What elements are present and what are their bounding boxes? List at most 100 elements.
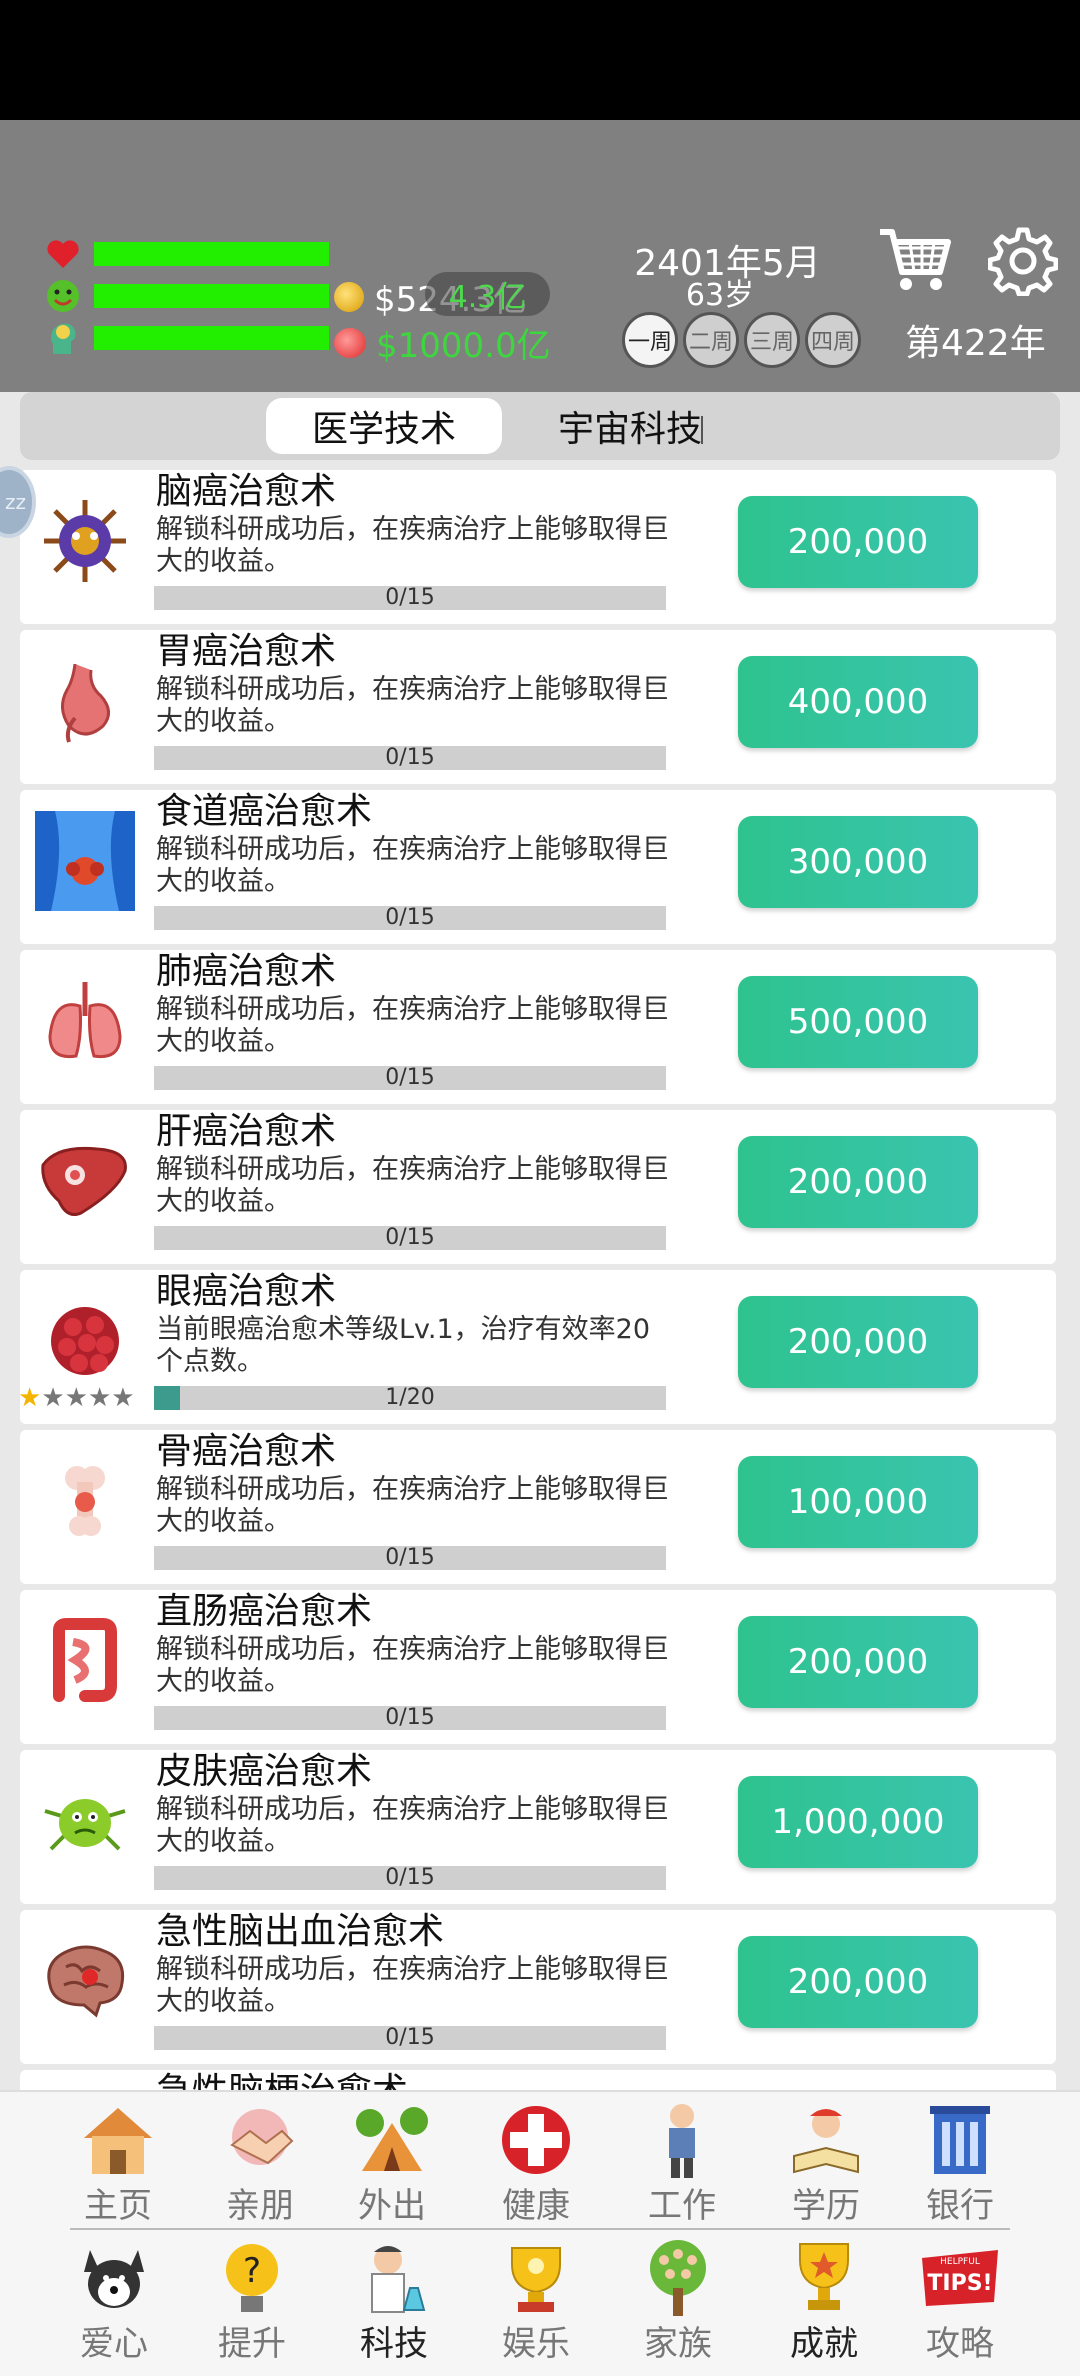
player-age: 63岁 [685,278,755,313]
tech-title: 食道癌治愈术 [156,791,373,832]
week-4-button[interactable]: 四周 [805,312,861,368]
research-button[interactable]: 400,000 [738,656,978,748]
tech-list[interactable]: 脑癌治愈术 解锁科研成功后，在疾病治疗上能够取得巨大的收益。 0/15 200,… [20,470,1056,2098]
tech-progress-bar: 0/15 [154,1866,666,1890]
research-button[interactable]: 200,000 [738,1936,978,2028]
tab-space-tech[interactable]: 宇宙科技 [520,398,740,454]
money-change-popup: 4.3亿 [425,272,550,316]
nav-work[interactable]: 工作 [622,2098,742,2228]
bottom-navigation: 主页 亲朋 外出 健康 工作 学历 银行 爱心 ? 提升 科技 娱乐 家族 成就… [0,2090,1080,2376]
trophy-gift-icon [494,2236,578,2320]
nav-guide[interactable]: HELPFUL TIPS! 攻略 [900,2236,1020,2366]
tech-card: 眼癌治愈术 当前眼癌治愈术等级Lv.1，治疗有效率20个点数。 ★ ★ ★ ★ … [20,1270,1056,1424]
house-icon [76,2098,160,2182]
star-icon: ★ [64,1383,88,1413]
week-3-button[interactable]: 三周 [744,312,800,368]
nav-label: 外出 [358,2186,426,2226]
tech-title: 骨癌治愈术 [156,1431,337,1472]
tech-description: 解锁科研成功后，在疾病治疗上能够取得巨大的收益。 [156,834,669,897]
nav-health[interactable]: 健康 [476,2098,596,2228]
lungs-icon [32,968,138,1074]
tech-card: 胃癌治愈术 解锁科研成功后，在疾病治疗上能够取得巨大的收益。 0/15 400,… [20,630,1056,784]
tech-title: 直肠癌治愈术 [156,1591,373,1632]
intestine-icon [32,1608,138,1714]
research-button[interactable]: 200,000 [738,1296,978,1388]
tech-title: 脑癌治愈术 [156,471,337,512]
heart-icon [44,235,82,273]
cell-cluster-icon [32,1288,138,1394]
stomach-icon [32,648,138,754]
gear-icon[interactable] [987,226,1059,297]
nav-label: 学历 [792,2186,860,2226]
tips-badge-top: HELPFUL [940,2257,980,2267]
research-button[interactable]: 1,000,000 [738,1776,978,1868]
progress-text: 0/15 [385,1705,435,1730]
nav-charity[interactable]: 爱心 [54,2236,174,2366]
tech-title: 肝癌治愈术 [156,1111,337,1152]
nav-label: 银行 [926,2186,994,2226]
scientist-icon [352,2236,436,2320]
tech-description: 解锁科研成功后，在疾病治疗上能够取得巨大的收益。 [156,1954,669,2017]
shopping-cart-icon[interactable] [876,222,952,298]
star-icon: ★ [87,1383,112,1413]
bone-icon [32,1448,138,1554]
nav-entertainment[interactable]: 娱乐 [476,2236,596,2366]
nav-bank[interactable]: 银行 [900,2098,1020,2228]
tech-progress-bar: 0/15 [154,746,666,770]
progress-text: 0/15 [385,1545,435,1570]
nav-achievements[interactable]: 成就 [764,2236,884,2366]
tab-medical-tech[interactable]: 医学技术 [266,398,502,454]
tab-divider [701,416,703,444]
nav-label: 科技 [360,2324,428,2364]
research-button[interactable]: 100,000 [738,1456,978,1548]
week-1-button[interactable]: 一周 [622,312,678,368]
research-button[interactable]: 200,000 [738,1616,978,1708]
tech-description: 解锁科研成功后，在疾病治疗上能够取得巨大的收益。 [156,1154,669,1217]
mood-stat [44,278,329,314]
tech-description: 解锁科研成功后，在疾病治疗上能够取得巨大的收益。 [156,514,669,577]
handshake-icon [218,2098,302,2182]
year-counter: 第422年 [905,323,1046,364]
research-button[interactable]: 200,000 [738,496,978,588]
research-button[interactable]: 300,000 [738,816,978,908]
nav-friends[interactable]: 亲朋 [200,2098,320,2228]
nav-home[interactable]: 主页 [58,2098,178,2228]
health-stat [44,236,329,272]
star-icon: ★ [111,1383,135,1413]
tech-card: 食道癌治愈术 解锁科研成功后，在疾病治疗上能够取得巨大的收益。 0/15 300… [20,790,1056,944]
nav-label: 亲朋 [226,2186,294,2226]
week-2-button[interactable]: 二周 [683,312,739,368]
tech-progress-bar: 0/15 [154,1066,666,1090]
intelligence-bar [94,326,329,350]
progress-text: 0/15 [385,1865,435,1890]
nav-family[interactable]: 家族 [618,2236,738,2366]
progress-text: 0/15 [385,1225,435,1250]
nav-outing[interactable]: 外出 [332,2098,452,2228]
nav-tech[interactable]: 科技 [334,2236,454,2366]
research-button[interactable]: 200,000 [738,1136,978,1228]
bank-building-icon [918,2098,1002,2182]
tech-description: 当前眼癌治愈术等级Lv.1，治疗有效率20个点数。 [156,1314,651,1377]
nav-improve[interactable]: ? 提升 [192,2236,312,2366]
gem-display: $1000.0亿 [334,318,551,367]
tech-description: 解锁科研成功后，在疾病治疗上能够取得巨大的收益。 [156,1794,669,1857]
star-icon: ★ [20,1383,42,1413]
tech-card: 骨癌治愈术 解锁科研成功后，在疾病治疗上能够取得巨大的收益。 0/15 100,… [20,1430,1056,1584]
liver-icon [32,1128,138,1234]
progress-text: 1/20 [385,1385,435,1410]
nav-education[interactable]: 学历 [766,2098,886,2228]
tech-card: 皮肤癌治愈术 解锁科研成功后，在疾病治疗上能够取得巨大的收益。 0/15 1,0… [20,1750,1056,1904]
tech-card: 肝癌治愈术 解锁科研成功后，在疾病治疗上能够取得巨大的收益。 0/15 200,… [20,1110,1056,1264]
level-stars: ★ ★ ★ ★ ★ [20,1384,135,1412]
nav-label: 爱心 [80,2324,148,2364]
nav-label: 提升 [218,2324,286,2364]
medical-cross-icon [494,2098,578,2182]
research-button[interactable]: 500,000 [738,976,978,1068]
mood-bar [94,284,329,308]
family-tree-icon [636,2236,720,2320]
tech-progress-bar: 0/15 [154,906,666,930]
tech-title: 急性脑出血治愈术 [156,1911,445,1952]
nav-label: 家族 [644,2324,712,2364]
tips-badge: TIPS! [927,2271,992,2296]
nav-label: 娱乐 [502,2324,570,2364]
